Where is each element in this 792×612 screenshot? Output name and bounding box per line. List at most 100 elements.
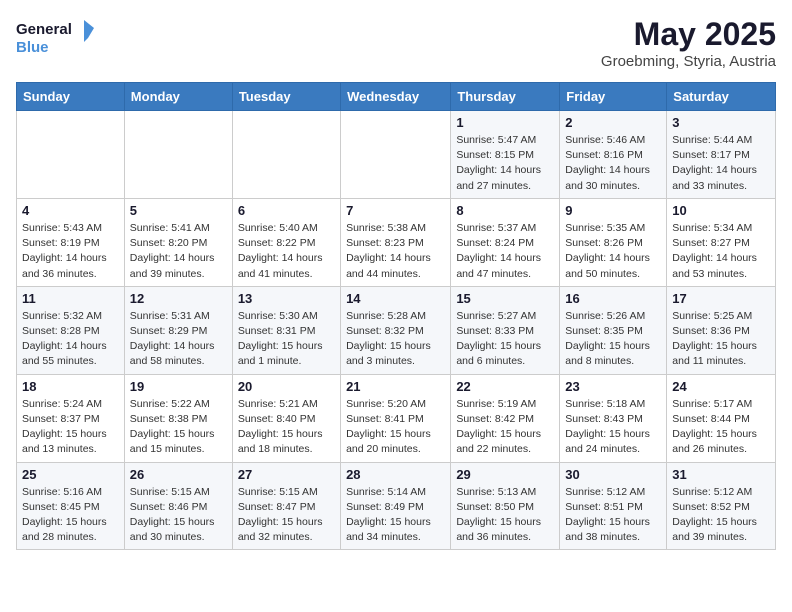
calendar-cell: 28Sunrise: 5:14 AM Sunset: 8:49 PM Dayli… [341,462,451,550]
day-number: 26 [130,467,227,482]
day-info: Sunrise: 5:46 AM Sunset: 8:16 PM Dayligh… [565,133,661,194]
day-info: Sunrise: 5:28 AM Sunset: 8:32 PM Dayligh… [346,309,445,370]
day-number: 24 [672,379,770,394]
day-info: Sunrise: 5:34 AM Sunset: 8:27 PM Dayligh… [672,221,770,282]
day-number: 28 [346,467,445,482]
location: Groebming, Styria, Austria [601,53,776,70]
day-info: Sunrise: 5:30 AM Sunset: 8:31 PM Dayligh… [238,309,335,370]
day-info: Sunrise: 5:27 AM Sunset: 8:33 PM Dayligh… [456,309,554,370]
calendar-cell: 22 Sunrise: 5:19 AM Sunset: 8:42 PM Dayli… [451,374,560,462]
day-number: 19 [130,379,227,394]
day-info: Sunrise: 5:15 AM Sunset: 8:46 PM Dayligh… [130,485,227,546]
svg-text:General: General [16,21,72,38]
weekday-header-thursday: Thursday [451,83,560,111]
day-number: 7 [346,203,445,218]
calendar-cell: 9 Sunrise: 5:35 AM Sunset: 8:26 PM Daylig… [560,198,667,286]
day-info: Sunrise: 5:13 AM Sunset: 8:50 PM Dayligh… [456,485,554,546]
day-info: Sunrise: 5:43 AM Sunset: 8:19 PM Dayligh… [22,221,119,282]
day-number: 1 [456,115,554,130]
calendar-cell: 15 Sunrise: 5:27 AM Sunset: 8:33 PM Dayli… [451,286,560,374]
day-number: 11 [22,291,119,306]
day-info: Sunrise: 5:25 AM Sunset: 8:36 PM Dayligh… [672,309,770,370]
day-number: 4 [22,203,119,218]
calendar-cell: 21 Sunrise: 5:20 AM Sunset: 8:41 PM Dayli… [341,374,451,462]
day-number: 2 [565,115,661,130]
calendar-cell [17,111,125,199]
logo-svg: General Blue [16,16,96,60]
day-number: 22 [456,379,554,394]
calendar-cell: 20 Sunrise: 5:21 AM Sunset: 8:40 PM Dayli… [232,374,340,462]
weekday-header-sunday: Sunday [17,83,125,111]
calendar-cell [341,111,451,199]
svg-text:Blue: Blue [16,39,49,56]
calendar-cell: 19 Sunrise: 5:22 AM Sunset: 8:38 PM Dayli… [124,374,232,462]
weekday-header-monday: Monday [124,83,232,111]
day-number: 20 [238,379,335,394]
calendar-cell: 14 Sunrise: 5:28 AM Sunset: 8:32 PM Dayli… [341,286,451,374]
day-info: Sunrise: 5:19 AM Sunset: 8:42 PM Dayligh… [456,397,554,458]
calendar-cell: 29 Sunrise: 5:13 AM Sunset: 8:50 PM Dayli… [451,462,560,550]
day-number: 3 [672,115,770,130]
calendar-cell: 6Sunrise: 5:40 AM Sunset: 8:22 PM Daylig… [232,198,340,286]
day-info: Sunrise: 5:17 AM Sunset: 8:44 PM Dayligh… [672,397,770,458]
day-number: 13 [238,291,335,306]
day-number: 10 [672,203,770,218]
day-info: Sunrise: 5:41 AM Sunset: 8:20 PM Dayligh… [130,221,227,282]
day-info: Sunrise: 5:31 AM Sunset: 8:29 PM Dayligh… [130,309,227,370]
day-number: 14 [346,291,445,306]
day-number: 27 [238,467,335,482]
calendar-cell: 31 Sunrise: 5:12 AM Sunset: 8:52 PM Dayli… [667,462,776,550]
calendar-cell: 2 Sunrise: 5:46 AM Sunset: 8:16 PM Daylig… [560,111,667,199]
calendar-cell: 12 Sunrise: 5:31 AM Sunset: 8:29 PM Dayli… [124,286,232,374]
day-number: 29 [456,467,554,482]
calendar-cell: 25Sunrise: 5:16 AM Sunset: 8:45 PM Dayli… [17,462,125,550]
day-info: Sunrise: 5:12 AM Sunset: 8:52 PM Dayligh… [672,485,770,546]
day-number: 9 [565,203,661,218]
calendar-cell: 5Sunrise: 5:41 AM Sunset: 8:20 PM Daylig… [124,198,232,286]
day-number: 8 [456,203,554,218]
page-header: General Blue May 2025 Groebming, Styria,… [16,16,776,70]
day-number: 31 [672,467,770,482]
day-info: Sunrise: 5:37 AM Sunset: 8:24 PM Dayligh… [456,221,554,282]
day-info: Sunrise: 5:24 AM Sunset: 8:37 PM Dayligh… [22,397,119,458]
day-number: 30 [565,467,661,482]
day-info: Sunrise: 5:21 AM Sunset: 8:40 PM Dayligh… [238,397,335,458]
day-info: Sunrise: 5:26 AM Sunset: 8:35 PM Dayligh… [565,309,661,370]
day-number: 15 [456,291,554,306]
day-info: Sunrise: 5:20 AM Sunset: 8:41 PM Dayligh… [346,397,445,458]
calendar-cell: 4 Sunrise: 5:43 AM Sunset: 8:19 PM Daylig… [17,198,125,286]
day-info: Sunrise: 5:16 AM Sunset: 8:45 PM Dayligh… [22,485,119,546]
day-number: 18 [22,379,119,394]
day-number: 16 [565,291,661,306]
calendar-cell: 27Sunrise: 5:15 AM Sunset: 8:47 PM Dayli… [232,462,340,550]
calendar-cell: 17 Sunrise: 5:25 AM Sunset: 8:36 PM Dayli… [667,286,776,374]
logo: General Blue [16,16,96,60]
day-number: 21 [346,379,445,394]
day-info: Sunrise: 5:35 AM Sunset: 8:26 PM Dayligh… [565,221,661,282]
calendar-cell: 16 Sunrise: 5:26 AM Sunset: 8:35 PM Dayli… [560,286,667,374]
calendar-cell: 1 Sunrise: 5:47 AM Sunset: 8:15 PM Daylig… [451,111,560,199]
day-number: 12 [130,291,227,306]
weekday-header-wednesday: Wednesday [341,83,451,111]
calendar-cell: 10 Sunrise: 5:34 AM Sunset: 8:27 PM Dayli… [667,198,776,286]
day-info: Sunrise: 5:18 AM Sunset: 8:43 PM Dayligh… [565,397,661,458]
day-info: Sunrise: 5:47 AM Sunset: 8:15 PM Dayligh… [456,133,554,194]
day-info: Sunrise: 5:38 AM Sunset: 8:23 PM Dayligh… [346,221,445,282]
day-number: 17 [672,291,770,306]
weekday-header-tuesday: Tuesday [232,83,340,111]
month-title: May 2025 [601,16,776,53]
calendar-cell: 23Sunrise: 5:18 AM Sunset: 8:43 PM Dayli… [560,374,667,462]
calendar-cell: 7 Sunrise: 5:38 AM Sunset: 8:23 PM Daylig… [341,198,451,286]
weekday-header-saturday: Saturday [667,83,776,111]
calendar-cell: 26 Sunrise: 5:15 AM Sunset: 8:46 PM Dayli… [124,462,232,550]
calendar-cell: 3Sunrise: 5:44 AM Sunset: 8:17 PM Daylig… [667,111,776,199]
weekday-header-friday: Friday [560,83,667,111]
calendar-table: SundayMondayTuesdayWednesdayThursdayFrid… [16,82,776,550]
day-info: Sunrise: 5:22 AM Sunset: 8:38 PM Dayligh… [130,397,227,458]
title-block: May 2025 Groebming, Styria, Austria [601,16,776,70]
calendar-cell: 8 Sunrise: 5:37 AM Sunset: 8:24 PM Daylig… [451,198,560,286]
calendar-cell: 18 Sunrise: 5:24 AM Sunset: 8:37 PM Dayli… [17,374,125,462]
day-info: Sunrise: 5:32 AM Sunset: 8:28 PM Dayligh… [22,309,119,370]
calendar-cell [232,111,340,199]
day-info: Sunrise: 5:40 AM Sunset: 8:22 PM Dayligh… [238,221,335,282]
